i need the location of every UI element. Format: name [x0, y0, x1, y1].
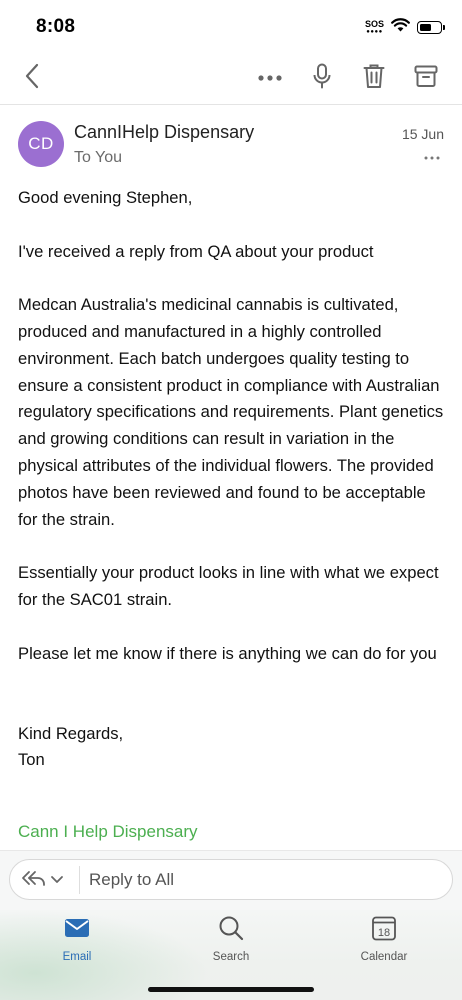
calendar-day: 18: [378, 927, 390, 939]
message-toolbar: [0, 52, 462, 105]
message-date: 15 Jun: [401, 126, 444, 142]
chevron-left-icon: [24, 63, 40, 94]
reply-box[interactable]: Reply to All: [9, 859, 453, 900]
company-link[interactable]: Cann I Help Dispensary: [18, 822, 198, 842]
body-paragraph: Medcan Australia's medicinal cannabis is…: [18, 295, 444, 529]
signature: Kind Regards, Ton: [18, 721, 446, 773]
reply-input[interactable]: Reply to All: [89, 870, 174, 890]
sos-indicator: SOS ●●●●: [364, 19, 384, 36]
sos-label: SOS: [364, 19, 384, 29]
body-paragraph: Essentially your product looks in line w…: [18, 563, 439, 609]
battery-icon: [417, 21, 445, 34]
ellipsis-icon: [257, 69, 283, 87]
status-bar: 8:08 SOS ●●●●: [0, 0, 462, 52]
signal-dots: ●●●●: [366, 29, 383, 35]
sender-avatar[interactable]: CD: [18, 121, 64, 167]
mail-icon: [63, 914, 91, 947]
signature-name: Ton: [18, 749, 45, 769]
body-paragraph: I've received a reply from QA about your…: [18, 241, 374, 261]
status-time: 8:08: [36, 16, 76, 37]
screen: 8:08 SOS ●●●● CD CannIHelp Dispensary To…: [0, 0, 462, 1000]
archive-icon: [414, 64, 438, 93]
archive-button[interactable]: [410, 62, 442, 94]
reply-type-selector[interactable]: [20, 868, 76, 892]
wifi-icon: [391, 18, 410, 37]
message-body: Good evening Stephen, I've received a re…: [18, 185, 446, 773]
greeting: Good evening Stephen,: [18, 188, 193, 207]
tab-search[interactable]: Search: [186, 914, 276, 970]
tab-calendar[interactable]: 18 Calendar: [339, 914, 429, 970]
home-indicator[interactable]: [148, 987, 314, 992]
dictate-button[interactable]: [306, 62, 338, 94]
signoff: Kind Regards,: [18, 723, 124, 743]
reply-all-icon: [20, 869, 46, 892]
battery-cap: [443, 25, 445, 30]
message-more-button[interactable]: [422, 148, 442, 164]
body-paragraph: Please let me know if there is anything …: [18, 643, 437, 663]
tab-email-label: Email: [62, 951, 92, 963]
tab-calendar-label: Calendar: [360, 951, 408, 963]
reply-bar: Reply to All: [0, 850, 462, 911]
more-options-button[interactable]: [254, 62, 286, 94]
back-button[interactable]: [16, 62, 48, 94]
microphone-icon: [313, 63, 331, 94]
battery-fill: [420, 24, 431, 31]
chevron-down-icon: [50, 871, 64, 889]
recipient-line[interactable]: To You: [74, 149, 122, 167]
status-indicators: SOS ●●●●: [364, 18, 445, 37]
tab-search-label: Search: [212, 951, 250, 963]
tab-email[interactable]: Email: [32, 914, 122, 970]
divider: [79, 866, 80, 894]
sender-name[interactable]: CannIHelp Dispensary: [74, 122, 254, 143]
calendar-icon: 18: [370, 914, 398, 947]
trash-icon: [363, 63, 385, 94]
ellipsis-icon: [424, 147, 440, 165]
search-icon: [217, 914, 245, 947]
delete-button[interactable]: [358, 62, 390, 94]
